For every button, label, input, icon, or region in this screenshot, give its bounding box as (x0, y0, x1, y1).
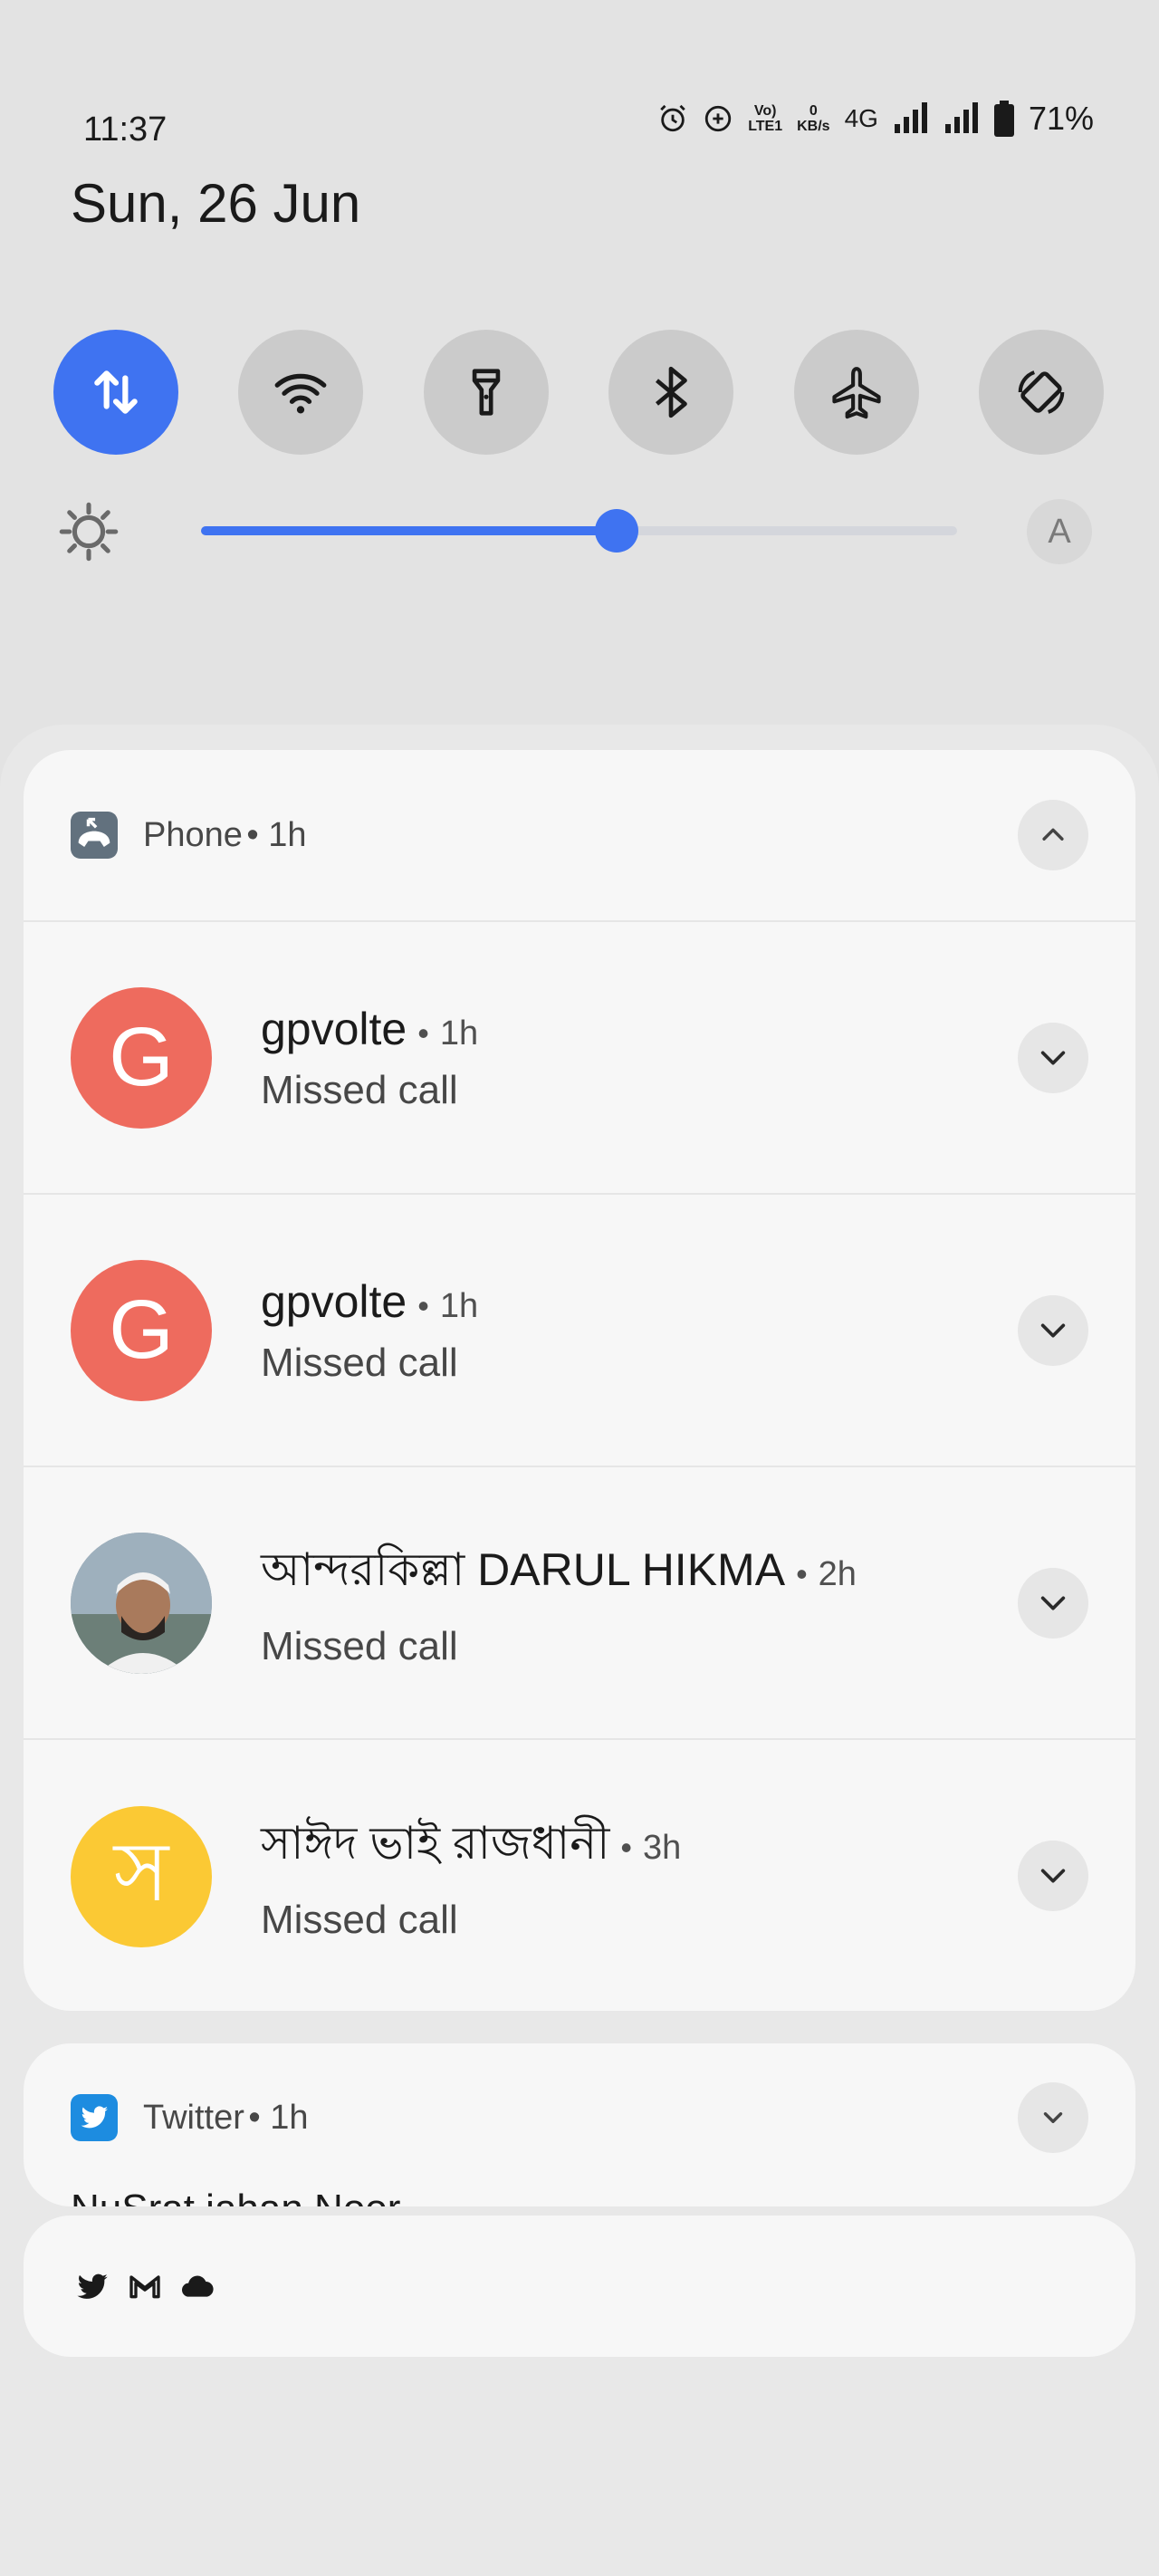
notification-title: সাঈদ ভাই রাজধানী (261, 1818, 610, 1869)
wifi-icon (274, 373, 327, 414)
network-speed: 0 KB/s (797, 103, 829, 134)
chevron-down-icon (1043, 2112, 1063, 2123)
alarm-icon (660, 104, 685, 132)
separator-dot: • (417, 1014, 429, 1052)
notification-time: 2h (818, 1555, 857, 1593)
avatar: G (71, 986, 212, 1129)
speed-unit: KB/s (797, 119, 830, 134)
data-saver-icon (705, 105, 732, 132)
twitter-app-name: Twitter (143, 2098, 244, 2137)
status-icons: Vo) LTE1 0 KB/s 4G 71% (657, 100, 1094, 138)
mobile-data-icon (94, 370, 138, 414)
avatar-photo (71, 1532, 212, 1674)
notification-item[interactable]: আন্দরকিল্লা DARUL HIKMA • 2h Missed call (24, 1467, 1135, 1740)
chevron-down-icon (1040, 1051, 1066, 1065)
battery-percent: 71% (1028, 100, 1094, 137)
volte-bottom-label: LTE1 (748, 119, 783, 134)
date[interactable]: Sun, 26 Jun (71, 172, 360, 235)
notification-item[interactable]: স সাঈদ ভাই রাজধানী • 3h Missed call (24, 1740, 1135, 2011)
brightness-slider-fill (201, 526, 618, 535)
notification-body: Missed call (261, 1067, 458, 1112)
expand-button[interactable] (1018, 1841, 1088, 1911)
expand-button[interactable] (1018, 2082, 1088, 2153)
notification-time: 3h (643, 1829, 682, 1867)
mobile-data-tile[interactable] (53, 330, 178, 455)
twitter-app-icon (71, 2094, 118, 2141)
brightness-slider-thumb[interactable] (595, 509, 639, 553)
avatar: G (71, 1259, 212, 1401)
flashlight-icon (472, 369, 501, 416)
notification-body: Missed call (261, 1898, 458, 1942)
brightness-slider[interactable] (201, 509, 957, 553)
avatar: স (71, 1805, 212, 1947)
notification-time: 1h (439, 1014, 479, 1053)
expand-button[interactable] (1018, 1023, 1088, 1093)
notification-title: আন্দরকিল্লা DARUL HIKMA (261, 1544, 786, 1595)
phone-notification-group[interactable]: Phone • 1h G gpvolte • 1h Missed call G … (24, 750, 1135, 2011)
expand-button[interactable] (1018, 1568, 1088, 1639)
signal-icon-2 (944, 102, 978, 133)
notification-title: gpvolte (261, 1275, 407, 1327)
twitter-notification-peek: NuSrat jahan Noor (71, 2187, 400, 2206)
chevron-down-icon (1040, 1596, 1066, 1610)
bluetooth-icon (656, 366, 687, 418)
phone-app-name: Phone (143, 815, 243, 854)
network-type: 4G (844, 104, 878, 132)
quick-settings-row (53, 330, 1104, 455)
separator-dot: • (417, 1286, 429, 1324)
bluetooth-tile[interactable] (608, 330, 734, 455)
gmail-icon (129, 2275, 160, 2299)
phone-group-time: • 1h (246, 815, 307, 854)
clock: 11:37 (83, 111, 168, 149)
phone-app-icon (71, 812, 118, 859)
separator-dot: • (796, 1555, 808, 1592)
twitter-group-time: • 1h (248, 2098, 309, 2137)
notification-title: gpvolte (261, 1003, 407, 1054)
notification-body: Missed call (261, 1340, 458, 1385)
brightness-control: A (56, 494, 1106, 566)
chevron-up-icon (1042, 828, 1064, 841)
auto-rotate-tile[interactable] (978, 330, 1104, 455)
brightness-icon (59, 502, 119, 562)
signal-icon (894, 102, 927, 133)
chevron-down-icon (1040, 1869, 1066, 1883)
twitter-notification-group[interactable]: Twitter • 1h NuSrat jahan Noor (24, 2043, 1135, 2206)
auto-rotate-icon (1018, 370, 1065, 414)
volte-top-label: Vo) (753, 103, 777, 119)
airplane-icon (831, 367, 881, 419)
battery-icon (993, 101, 1014, 137)
cloud-icon (181, 2275, 214, 2297)
chevron-down-icon (1040, 1323, 1066, 1338)
wifi-tile[interactable] (238, 330, 364, 455)
twitter-icon (77, 2273, 108, 2299)
notification-overflow-card[interactable] (24, 2216, 1135, 2357)
collapse-button[interactable] (1018, 800, 1088, 870)
contact-photo (71, 1532, 212, 1674)
notification-body: Missed call (261, 1624, 458, 1668)
speed-value: 0 (809, 103, 818, 119)
auto-brightness-button[interactable]: A (1027, 499, 1092, 564)
twitter-group-header[interactable]: Twitter • 1h (24, 2043, 1135, 2192)
phone-group-header[interactable]: Phone • 1h (24, 750, 1135, 922)
airplane-tile[interactable] (793, 330, 919, 455)
notification-item[interactable]: G gpvolte • 1h Missed call (24, 922, 1135, 1195)
separator-dot: • (620, 1829, 633, 1866)
notification-time: 1h (439, 1286, 479, 1325)
status-bar: 11:37 Vo) LTE1 0 KB/s 4G 71% Sun, 26 Jun (0, 0, 1159, 234)
flashlight-tile[interactable] (423, 330, 549, 455)
volte-indicator: Vo) LTE1 (748, 103, 782, 134)
expand-button[interactable] (1018, 1295, 1088, 1366)
notification-item[interactable]: G gpvolte • 1h Missed call (24, 1195, 1135, 1467)
